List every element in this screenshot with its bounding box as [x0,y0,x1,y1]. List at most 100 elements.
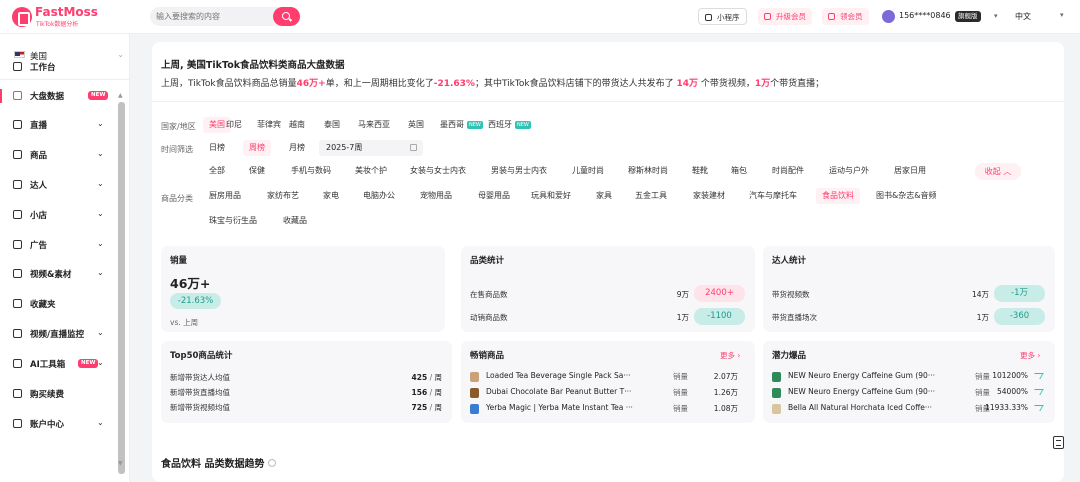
category-chip[interactable]: 珠宝与衍生品 [203,213,263,229]
country-chip[interactable]: 墨西哥 NEW [434,117,489,133]
category-chip[interactable]: 保健 [243,163,271,179]
sidebar-item[interactable]: 小店 ⌄ [0,204,116,226]
home-icon [13,62,22,71]
stat-label: 带货视频数 [772,290,810,299]
category-chip[interactable]: 穆斯林时尚 [622,163,674,179]
sidebar-item[interactable]: 账户中心 ⌄ [0,413,116,435]
country-chip[interactable]: 菲律宾 [251,117,287,133]
category-chip[interactable]: 宠物用品 [414,188,458,204]
coupon-button[interactable]: 领会员 [822,8,869,25]
sidebar-item[interactable]: 购买续费 [0,383,116,405]
language-select[interactable]: 中文 [1015,11,1031,22]
country-chip[interactable]: 印尼 [220,117,248,133]
sales-change-badge: -21.63% [170,293,221,309]
country-chip[interactable]: 西班牙 NEW [482,117,537,133]
bestseller-more-link[interactable]: 更多 › [720,350,740,361]
scroll-down-arrow[interactable]: ▼ [118,460,123,467]
upgrade-button[interactable]: 升级会员 [758,8,812,25]
product-row[interactable]: NEW Neuro Energy Caffeine Gum (90··· 销量 10… [772,371,1044,384]
sidebar-item[interactable]: 视频&素材 ⌄ [0,263,116,285]
sidebar-item-label: 收藏夹 [30,300,56,310]
sidebar-item[interactable]: 直播 ⌄ [0,114,116,136]
stat-value: 425 / 周 [411,373,442,382]
sidebar-item[interactable]: AI工具箱 NEW ⌄ [0,353,116,375]
category-chip[interactable]: 家纺布艺 [261,188,305,204]
category-chip[interactable]: 食品饮料 [816,188,860,204]
product-value: 1.26万 [713,388,738,397]
category-chip[interactable]: 美妆个护 [349,163,393,179]
potential-more-link[interactable]: 更多 › [1020,350,1040,361]
sidebar-item[interactable]: 收藏夹 [0,293,116,315]
category-chip[interactable]: 儿童时尚 [566,163,610,179]
category-chip[interactable]: 鞋靴 [686,163,714,179]
stat-delta-badge: 2400+ [694,285,745,302]
time-chip[interactable]: 月榜 [283,140,311,156]
scroll-up-arrow[interactable]: ▲ [118,92,123,99]
category-chip[interactable]: 家电 [317,188,345,204]
sidebar-item-label: 视频/直播监控 [30,330,85,340]
country-chip[interactable]: 英国 [402,117,430,133]
country-chip[interactable]: 马来西亚 [352,117,396,133]
logo-icon [12,7,32,27]
category-chip[interactable]: 汽车与摩托车 [743,188,803,204]
product-value: 101200% [992,371,1028,380]
category-chip[interactable]: 家装建材 [687,188,731,204]
document-icon[interactable] [1053,436,1064,449]
sales-title: 销量 [170,256,188,266]
sidebar-item[interactable]: 大盘数据 NEW [0,85,116,107]
product-row[interactable]: Dubai Chocolate Bar Peanut Butter T··· 销量… [470,387,740,400]
category-chip[interactable]: 收藏品 [277,213,313,229]
time-filter-label: 时间筛选 [161,145,193,154]
category-chip[interactable]: 厨房用品 [203,188,247,204]
new-badge: NEW [78,359,99,368]
sidebar-item[interactable]: 商品 ⌄ [0,144,116,166]
summary-text: 上周，TikTok食品饮料商品总销量46万+单，和上一周期相比变化了-21.63… [161,79,825,89]
product-row[interactable]: NEW Neuro Energy Caffeine Gum (90··· 销量 54… [772,387,1044,400]
category-chip[interactable]: 手机与数码 [285,163,337,179]
category-chip[interactable]: 箱包 [725,163,753,179]
sidebar-scrollbar[interactable] [118,102,125,474]
sidebar-item[interactable]: 视频/直播监控 ⌄ [0,323,116,345]
category-chip[interactable]: 女装与女士内衣 [404,163,472,179]
sidebar-item[interactable]: 广告 ⌄ [0,234,116,256]
potential-card: 潜力爆品 更多 › NEW Neuro Energy Caffeine Gum … [763,341,1055,423]
category-chip[interactable]: 图书&杂志&音频 [870,188,942,204]
product-row[interactable]: Loaded Tea Beverage Single Pack Sa··· 销量 2… [470,371,740,384]
help-icon[interactable] [268,459,277,467]
gift-icon [828,13,835,20]
search-input[interactable] [156,10,266,23]
category-chip[interactable]: 时尚配件 [766,163,810,179]
search-button[interactable] [273,7,300,26]
page-title: 上周, 美国TikTok食品饮料类商品大盘数据 [161,60,345,71]
category-chip[interactable]: 全部 [203,163,231,179]
chevron-down-icon: ⌄ [97,268,104,277]
mini-program-button[interactable]: 小程序 [698,8,747,25]
product-thumbnail [470,372,479,382]
sidebar-item[interactable]: 工作台 [0,56,116,78]
stat-delta-badge: -1100 [694,308,745,325]
ai-icon [13,359,22,368]
week-picker[interactable]: 2025-7周 [319,140,423,156]
bestseller-card: 畅销商品 更多 › Loaded Tea Beverage Single Pac… [461,341,755,423]
chevron-down-icon: ▾ [994,12,998,20]
brand-logo[interactable]: FastMoss TikTok数据分析 [12,5,112,29]
time-chip[interactable]: 日榜 [203,140,231,156]
category-chip[interactable]: 五金工具 [629,188,673,204]
category-chip[interactable]: 居家日用 [888,163,932,179]
category-chip[interactable]: 母婴用品 [472,188,516,204]
category-chip[interactable]: 家具 [590,188,618,204]
category-chip[interactable]: 玩具和爱好 [525,188,577,204]
product-row[interactable]: Yerba Magic | Yerba Mate Instant Tea ···… [470,403,740,416]
time-chip[interactable]: 周榜 [243,140,271,156]
shop-icon [13,210,22,219]
country-chip[interactable]: 泰国 [318,117,346,133]
category-chip[interactable]: 男装与男士内衣 [485,163,553,179]
collapse-button[interactable]: 收起 ︿ [975,163,1021,180]
product-row[interactable]: Bella All Natural Horchata Iced Coffe···… [772,403,1044,416]
country-chip[interactable]: 越南 [283,117,311,133]
sidebar-item[interactable]: 达人 ⌄ [0,174,116,196]
sidebar-item-label: 购买续费 [30,390,65,400]
category-chip[interactable]: 电脑办公 [357,188,401,204]
sidebar-item-label: 大盘数据 [30,92,65,102]
category-chip[interactable]: 运动与户外 [823,163,875,179]
